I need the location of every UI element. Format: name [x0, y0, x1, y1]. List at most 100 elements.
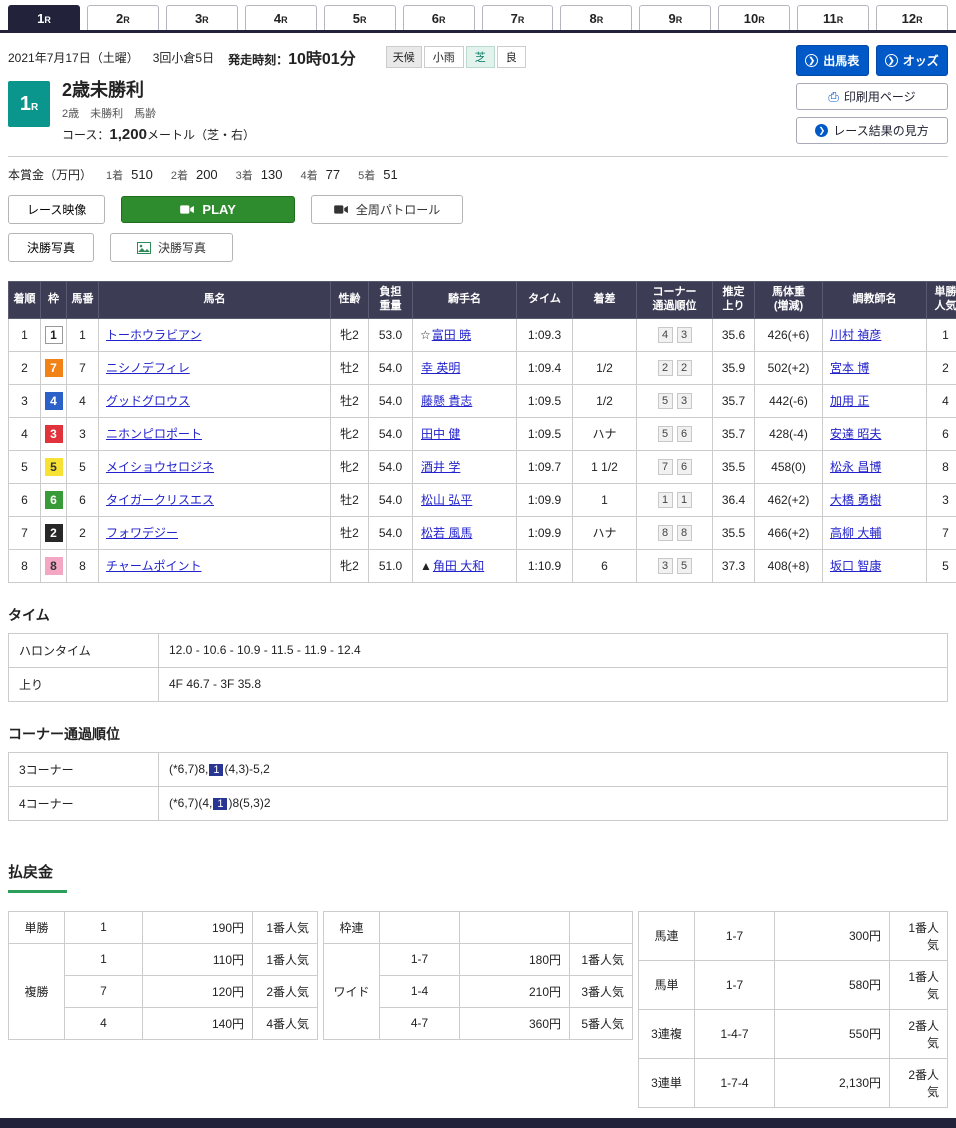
entries-button[interactable]: ❯出馬表	[796, 45, 869, 76]
horse-name-link[interactable]: チャームポイント	[106, 559, 202, 573]
race-tab[interactable]: 4R	[245, 5, 317, 30]
race-tab[interactable]: 1R	[8, 5, 80, 30]
trainer-link[interactable]: 坂口 智康	[830, 559, 881, 573]
corner-positions: 76	[637, 450, 713, 483]
trainer-link[interactable]: 加用 正	[830, 394, 869, 408]
race-tab[interactable]: 9R	[639, 5, 711, 30]
print-page-button[interactable]: ⎙印刷用ページ	[796, 83, 948, 110]
trainer-link[interactable]: 安達 昭夫	[830, 427, 881, 441]
frame-cell: 4	[41, 384, 67, 417]
race-tab[interactable]: 2R	[87, 5, 159, 30]
payout-combination: 1	[65, 943, 143, 975]
jockey-link[interactable]: 角田 大和	[433, 559, 484, 573]
horse-name-link[interactable]: グッドグロウス	[106, 394, 190, 408]
payout-popularity: 1番人気	[890, 960, 948, 1009]
jockey-apprentice-mark: ▲	[420, 559, 432, 573]
horse-name-link[interactable]: タイガークリスエス	[106, 493, 214, 507]
race-tab[interactable]: 7R	[482, 5, 554, 30]
race-meeting: 3回小倉5日	[153, 49, 214, 66]
video-camera-icon	[334, 204, 349, 215]
jockey-link[interactable]: 松若 風馬	[421, 526, 472, 540]
jockey-link[interactable]: 幸 英明	[421, 361, 460, 375]
payout-type-label: 枠連	[324, 911, 380, 943]
race-tab[interactable]: 11R	[797, 5, 869, 30]
payout-combination: 1	[65, 911, 143, 943]
horse-name-link[interactable]: ニシノデフィレ	[106, 361, 190, 375]
payout-amount: 300円	[775, 911, 890, 960]
results-guide-button[interactable]: ❯レース結果の見方	[796, 117, 948, 144]
finish-position: 1	[9, 318, 41, 351]
prize-items: 1着5102着2003着1304着775着51	[106, 168, 416, 182]
patrol-video-button[interactable]: 全周パトロール	[311, 195, 463, 224]
jockey-link[interactable]: 富田 暁	[432, 328, 471, 342]
results-column-header: 騎手名	[413, 282, 517, 319]
blue-button-row: ❯出馬表 ❯オッズ	[796, 45, 948, 76]
frame-cell: 1	[41, 318, 67, 351]
results-column-header: タイム	[517, 282, 573, 319]
race-video-button[interactable]: レース映像	[8, 195, 105, 224]
win-popularity: 7	[927, 516, 956, 549]
winner-highlight-mark: 1	[213, 798, 227, 810]
sex-age: 牝2	[331, 549, 369, 582]
sex-age: 牝2	[331, 417, 369, 450]
payout-popularity: 3番人気	[570, 975, 633, 1007]
corner-row-label: 4コーナー	[9, 786, 159, 820]
trainer-link[interactable]: 川村 禎彦	[830, 328, 881, 342]
trainer-link[interactable]: 松永 昌博	[830, 460, 881, 474]
horse-name-link[interactable]: フォワデジー	[106, 526, 178, 540]
trainer-link[interactable]: 大橋 勇樹	[830, 493, 881, 507]
finish-time: 1:09.4	[517, 351, 573, 384]
trainer-cell: 坂口 智康	[823, 549, 927, 582]
horse-name-link[interactable]: メイショウセロジネ	[106, 460, 214, 474]
payout-type-label: 3連単	[639, 1058, 695, 1107]
race-tab-suffix: R	[916, 15, 923, 25]
margin: 1 1/2	[573, 450, 637, 483]
race-tab[interactable]: 8R	[560, 5, 632, 30]
payout-table-win-place: 単勝 1 190円 1番人気 複勝 1 110円 1番人気 7 120円 2番人…	[8, 911, 318, 1040]
horse-name-link[interactable]: トーホウラビアン	[106, 328, 202, 342]
payout-row: 馬連 1-7 300円 1番人気	[639, 911, 948, 960]
sex-age: 牡2	[331, 483, 369, 516]
trainer-cell: 松永 昌博	[823, 450, 927, 483]
margin: 1/2	[573, 384, 637, 417]
finish-photo-button[interactable]: 決勝写真	[110, 233, 233, 262]
finish-position: 8	[9, 549, 41, 582]
payout-combination: 1-7	[695, 960, 775, 1009]
play-button[interactable]: PLAY	[121, 196, 294, 223]
results-column-header: 馬名	[99, 282, 331, 319]
time-table: ハロンタイム 12.0 - 10.6 - 10.9 - 11.5 - 11.9 …	[8, 633, 948, 702]
payout-amount: 180円	[460, 943, 570, 975]
horse-number: 8	[67, 549, 99, 582]
race-tab[interactable]: 6R	[403, 5, 475, 30]
payout-popularity: 1番人気	[570, 943, 633, 975]
corner-pos-1: 7	[658, 459, 673, 475]
finish-photo-label-button[interactable]: 決勝写真	[8, 233, 94, 262]
race-header-buttons: ❯出馬表 ❯オッズ ⎙印刷用ページ ❯レース結果の見方	[796, 45, 948, 144]
corner-positions: 22	[637, 351, 713, 384]
payout-type-label: 複勝	[9, 943, 65, 1039]
odds-button-label: オッズ	[903, 52, 939, 69]
results-column-header: 枠	[41, 282, 67, 319]
results-column-header: 負担 重量	[369, 282, 413, 319]
odds-button[interactable]: ❯オッズ	[876, 45, 949, 76]
prize-place: 2着	[171, 170, 188, 182]
payout-combination: 1-7-4	[695, 1058, 775, 1107]
jockey-link[interactable]: 酒井 学	[421, 460, 460, 474]
jockey-link[interactable]: 松山 弘平	[421, 493, 472, 507]
corner-row-value: (*6,7)8,1(4,3)-5,2	[159, 752, 948, 786]
corner-row: 3コーナー (*6,7)8,1(4,3)-5,2	[9, 752, 948, 786]
prize-amount: 130	[261, 167, 283, 182]
photo-icon	[137, 242, 151, 254]
sex-age: 牡2	[331, 516, 369, 549]
race-tab[interactable]: 12R	[876, 5, 948, 30]
race-tab[interactable]: 10R	[718, 5, 790, 30]
jockey-link[interactable]: 藤懸 貴志	[421, 394, 472, 408]
trainer-link[interactable]: 宮本 博	[830, 361, 869, 375]
jockey-link[interactable]: 田中 健	[421, 427, 460, 441]
race-tab[interactable]: 5R	[324, 5, 396, 30]
race-tab[interactable]: 3R	[166, 5, 238, 30]
corner-pos-1: 3	[658, 558, 673, 574]
horse-name-link[interactable]: ニホンピロポート	[106, 427, 202, 441]
payout-type-label: 馬連	[639, 911, 695, 960]
trainer-link[interactable]: 高柳 大輔	[830, 526, 881, 540]
